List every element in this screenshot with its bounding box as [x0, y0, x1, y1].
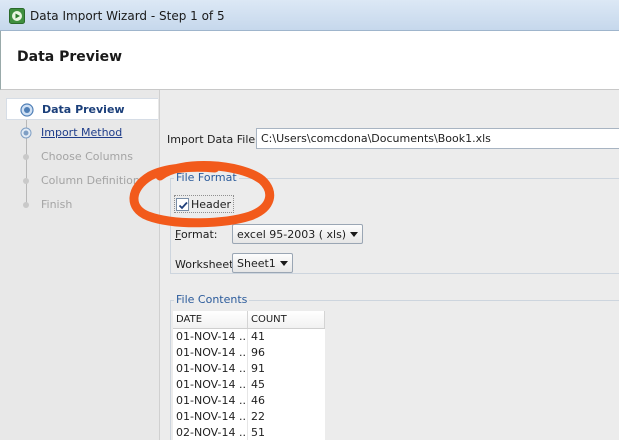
table-cell: 01-NOV-14 ... [173, 377, 248, 393]
format-select-value: excel 95-2003 ( xls) [237, 228, 347, 241]
import-file-label: Import Data File: [167, 133, 259, 146]
wizard-body: Data Preview Import Method Choose Column… [0, 90, 619, 440]
table-row[interactable]: 01-NOV-14 ... 45 [173, 377, 325, 393]
format-label-text: ormat: [180, 228, 218, 241]
step-column-definition: Column Definition [6, 170, 158, 192]
step-navigator: Data Preview Import Method Choose Column… [0, 90, 160, 440]
step-label: Choose Columns [41, 150, 133, 163]
current-step-icon [20, 103, 34, 117]
table-row[interactable]: 01-NOV-14 ... 22 [173, 409, 325, 425]
step-choose-columns: Choose Columns [6, 146, 158, 168]
step-content: Import Data File: C:\Users\comcdona\Docu… [161, 90, 619, 440]
step-data-preview[interactable]: Data Preview [6, 98, 158, 120]
table-cell: 01-NOV-14 ... [173, 361, 248, 377]
import-file-field[interactable]: C:\Users\comcdona\Documents\Book1.xls [256, 128, 619, 149]
play-app-icon [9, 8, 25, 24]
table-row[interactable]: 01-NOV-14 ... 41 [173, 329, 325, 345]
step-dot-icon [23, 154, 29, 160]
header-checkbox-label: Header [191, 197, 232, 211]
step-dot-icon [23, 202, 29, 208]
table-row[interactable]: 01-NOV-14 ... 91 [173, 361, 325, 377]
chevron-down-icon [350, 232, 359, 237]
table-cell: 41 [251, 330, 265, 343]
step-finish: Finish [6, 194, 158, 216]
step-dot-icon [23, 178, 29, 184]
table-row[interactable]: 01-NOV-14 ... 46 [173, 393, 325, 409]
table-cell: 01-NOV-14 ... [173, 329, 248, 345]
chevron-down-icon [279, 261, 288, 266]
table-cell: 46 [251, 394, 265, 407]
table-row[interactable]: 02-NOV-14 ... 51 [173, 425, 325, 440]
wizard-header: Data Preview [0, 31, 619, 90]
worksheet-label: Worksheet [175, 258, 234, 271]
page-title: Data Preview [17, 49, 123, 65]
title-bar: Data Import Wizard - Step 1 of 5 [0, 0, 619, 31]
table-cell: 02-NOV-14 ... [173, 425, 248, 440]
step-label: Column Definition [41, 174, 140, 187]
file-contents-group: File Contents DATE COUNT 01-NOV-14 ... 4… [170, 293, 619, 440]
table-cell: 45 [251, 378, 265, 391]
table-cell: 22 [251, 410, 265, 423]
format-select[interactable]: excel 95-2003 ( xls) [232, 224, 364, 244]
step-label: Import Method [41, 126, 123, 139]
table-cell: 01-NOV-14 ... [173, 409, 248, 425]
file-contents-legend: File Contents [174, 293, 250, 306]
table-cell: 91 [251, 362, 265, 375]
step-label: Data Preview [42, 103, 125, 116]
step-import-method[interactable]: Import Method [6, 122, 158, 144]
column-header[interactable]: COUNT [248, 311, 325, 328]
header-checkbox-row[interactable]: Header [174, 195, 235, 213]
step-icon [20, 127, 32, 139]
checkmark-icon [178, 201, 188, 209]
table-cell: 01-NOV-14 ... [173, 345, 248, 361]
table-cell: 96 [251, 346, 265, 359]
format-label: Format: [175, 228, 217, 241]
step-label: Finish [41, 198, 73, 211]
table-cell: 51 [251, 426, 265, 439]
file-format-legend: File Format [174, 171, 239, 184]
file-format-group: File Format Header Format: excel 95-2003… [170, 171, 619, 274]
column-header[interactable]: DATE [173, 311, 248, 328]
file-contents-table[interactable]: DATE COUNT 01-NOV-14 ... 41 01-NOV-14 ..… [173, 311, 325, 440]
table-row[interactable]: 01-NOV-14 ... 96 [173, 345, 325, 361]
table-cell: 01-NOV-14 ... [173, 393, 248, 409]
table-header: DATE COUNT [173, 311, 325, 329]
worksheet-select-value: Sheet1 [237, 257, 276, 270]
worksheet-select[interactable]: Sheet1 [232, 253, 293, 273]
header-checkbox[interactable] [176, 197, 189, 211]
window-title: Data Import Wizard - Step 1 of 5 [30, 9, 225, 23]
